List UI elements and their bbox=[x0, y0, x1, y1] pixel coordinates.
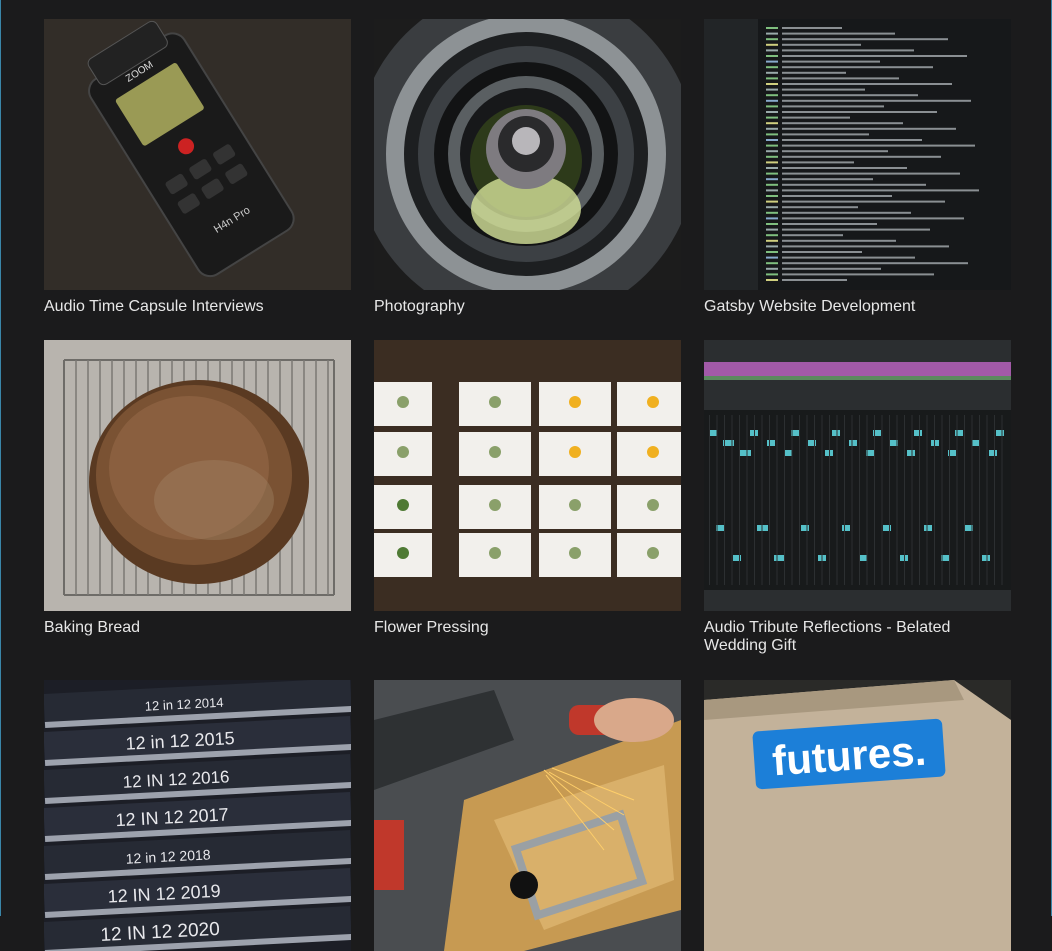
gallery-card-baking-bread[interactable]: Baking Bread bbox=[44, 340, 351, 680]
futures-sticker-image[interactable]: futures. bbox=[704, 680, 1011, 951]
gallery-card-flower-pressing[interactable]: Flower Pressing bbox=[374, 340, 681, 680]
card-title[interactable]: Photography bbox=[374, 298, 681, 340]
bread-loaf-image[interactable] bbox=[44, 340, 351, 611]
gallery-card-futures[interactable]: futures. bbox=[704, 680, 1011, 951]
pressed-flowers-image[interactable] bbox=[374, 340, 681, 611]
card-title[interactable]: Flower Pressing bbox=[374, 619, 681, 661]
page-left-border bbox=[0, 0, 1, 916]
gallery-card-audio-tribute[interactable]: Audio Tribute Reflections - Belated Wedd… bbox=[704, 340, 1011, 680]
terminal-screenshot-image[interactable] bbox=[704, 19, 1011, 290]
gallery-card-books[interactable]: 12 in 12 2014 12 in 12 2015 12 IN 12 2016 1… bbox=[44, 680, 351, 951]
gallery-card-gatsby[interactable]: Gatsby Website Development bbox=[704, 19, 1011, 340]
audio-recorder-image[interactable]: ZOOM H4n Pro bbox=[44, 19, 351, 290]
card-title[interactable]: Baking Bread bbox=[44, 619, 351, 661]
audio-timeline-image[interactable] bbox=[704, 340, 1011, 611]
gallery-card-metal-grinding[interactable] bbox=[374, 680, 681, 951]
camera-lens-image[interactable] bbox=[374, 19, 681, 290]
metal-grinding-image[interactable] bbox=[374, 680, 681, 951]
portfolio-gallery: ZOOM H4n Pro Audio Time Capsule Intervie… bbox=[44, 19, 1011, 951]
card-title[interactable]: Audio Time Capsule Interviews bbox=[44, 298, 351, 340]
card-title[interactable]: Audio Tribute Reflections - Belated Wedd… bbox=[704, 619, 1011, 661]
stacked-books-image[interactable]: 12 in 12 2014 12 in 12 2015 12 IN 12 2016 1… bbox=[44, 680, 351, 951]
card-title[interactable]: Gatsby Website Development bbox=[704, 298, 1011, 340]
gallery-card-audio-time-capsule[interactable]: ZOOM H4n Pro Audio Time Capsule Intervie… bbox=[44, 19, 351, 340]
gallery-card-photography[interactable]: Photography bbox=[374, 19, 681, 340]
